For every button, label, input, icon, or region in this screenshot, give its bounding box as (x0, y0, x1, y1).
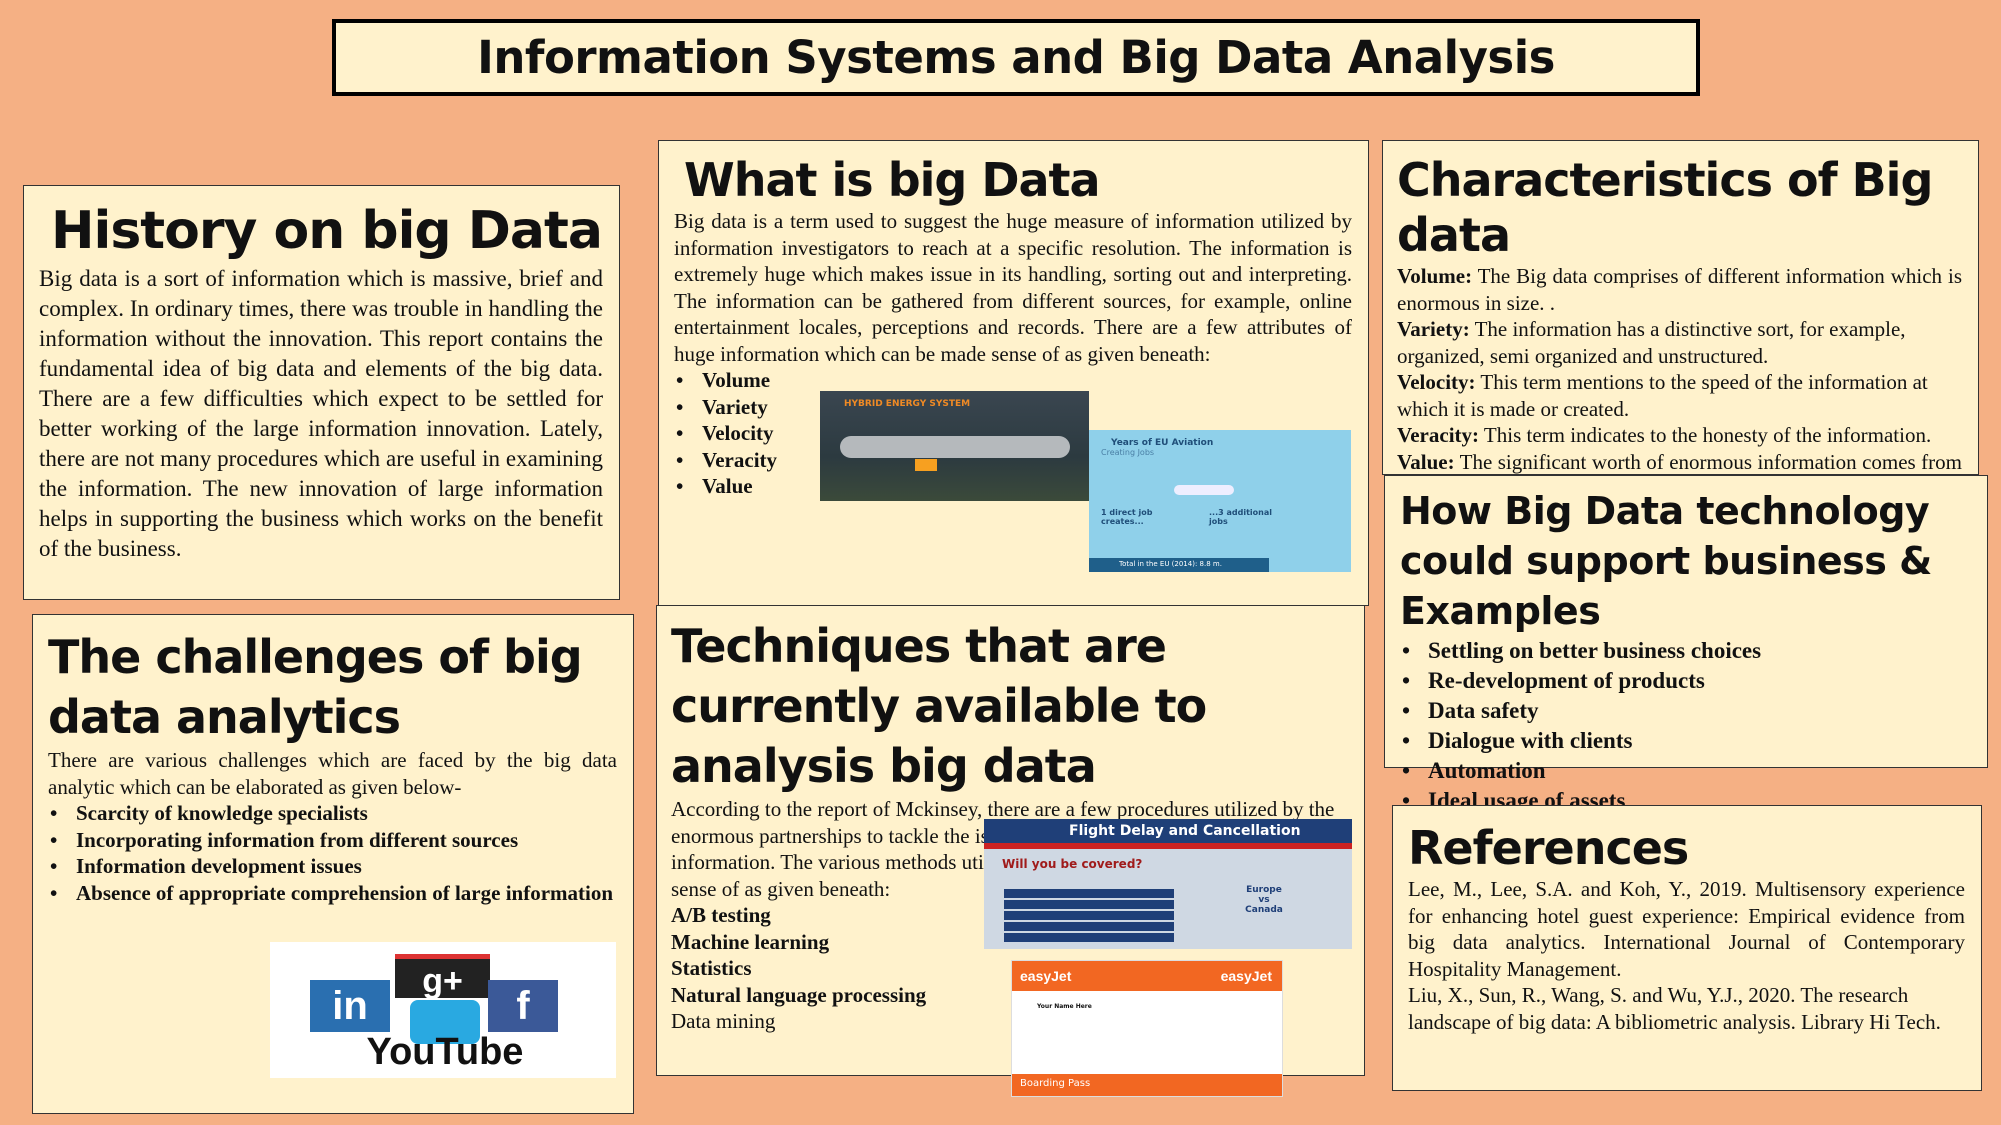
image-text: Europe vs Canada (1245, 885, 1283, 915)
social-media-logos-image: in g+ f YouTube (270, 942, 616, 1078)
term: Value: (1397, 449, 1455, 474)
image-text: Boarding Pass (1012, 1074, 1282, 1096)
reference-item: Lee, M., Lee, S.A. and Koh, Y., 2019. Mu… (1408, 877, 1965, 981)
term: Velocity: (1397, 370, 1476, 395)
image-footer: Total in the EU (2014): 8.8 m. (1089, 558, 1269, 572)
history-body: Big data is a sort of information which … (39, 266, 603, 562)
list-item: Re-development of products (1400, 666, 1973, 696)
image-caption: HYBRID ENERGY SYSTEM (844, 399, 971, 409)
eu-aviation-image: Years of EU Aviation Creating Jobs 1 dir… (1089, 430, 1351, 572)
list-item: Absence of appropriate comprehension of … (48, 880, 617, 907)
list-item: Information development issues (48, 853, 617, 880)
brand-logo: easyJet (1020, 968, 1072, 984)
challenges-heading: The challenges of big data analytics (48, 630, 583, 744)
facebook-logo: f (488, 980, 558, 1032)
references-heading: References (1408, 821, 1689, 875)
youtube-logo: YouTube (366, 1031, 524, 1073)
boarding-pass-image: easyJet easyJet Your Name Here Boarding P… (1011, 960, 1283, 1097)
characteristic-item: Volume: The Big data comprises of differ… (1397, 263, 1962, 316)
challenges-panel: The challenges of big data analytics The… (32, 614, 634, 1114)
definition: This term mentions to the speed of the i… (1397, 370, 1928, 421)
image-text: Your Name Here (1037, 1003, 1092, 1010)
linkedin-logo: in (310, 980, 390, 1032)
how-list: Settling on better business choices Re-d… (1400, 636, 1973, 816)
techniques-panel: Techniques that are currently available … (656, 605, 1365, 1097)
page-title: Information Systems and Big Data Analysi… (332, 19, 1700, 96)
flight-delay-image: Flight Delay and Cancellation Will you b… (984, 819, 1352, 949)
image-text: 1 direct job creates... (1101, 508, 1153, 526)
characteristic-item: Velocity: This term mentions to the spee… (1397, 369, 1962, 422)
challenges-list: Scarcity of knowledge specialists Incorp… (48, 800, 617, 906)
image-caption: Flight Delay and Cancellation (984, 819, 1352, 849)
hybrid-energy-image: HYBRID ENERGY SYSTEM (820, 391, 1089, 501)
characteristic-item: Veracity: This term indicates to the hon… (1397, 422, 1962, 449)
term: Veracity: (1397, 423, 1480, 448)
term: Volume: (1397, 264, 1473, 289)
history-panel: History on big Data Big data is a sort o… (23, 185, 620, 600)
definition: The Big data comprises of different info… (1397, 264, 1962, 315)
image-text: Will you be covered? (1002, 857, 1143, 871)
image-subtitle: Creating Jobs (1101, 448, 1155, 457)
image-caption: Years of EU Aviation (1111, 438, 1214, 448)
how-heading: How Big Data technology could support bu… (1400, 489, 1932, 633)
characteristic-item: Variety: The information has a distincti… (1397, 316, 1962, 369)
how-panel: How Big Data technology could support bu… (1384, 475, 1988, 816)
brand-logo: easyJet (1220, 968, 1272, 984)
list-item: Automation (1400, 756, 1973, 786)
googleplus-logo: g+ (395, 954, 490, 1000)
list-item: Data safety (1400, 696, 1973, 726)
what-body: Big data is a term used to suggest the h… (674, 209, 1352, 366)
what-panel: What is big Data Big data is a term used… (658, 140, 1369, 606)
list-item: Dialogue with clients (1400, 726, 1973, 756)
characteristics-panel: Characteristics of Big data Volume: The … (1382, 140, 1979, 527)
history-heading: History on big Data (51, 201, 603, 261)
references-panel: References Lee, M., Lee, S.A. and Koh, Y… (1392, 805, 1982, 1091)
reference-item: Liu, X., Sun, R., Wang, S. and Wu, Y.J.,… (1408, 983, 1941, 1034)
challenges-body: There are various challenges which are f… (48, 748, 617, 799)
techniques-heading: Techniques that are currently available … (671, 619, 1207, 793)
list-item: Incorporating information from different… (48, 827, 617, 854)
definition: This term indicates to the honesty of th… (1479, 423, 1932, 448)
definition: The information has a distinctive sort, … (1397, 317, 1906, 368)
image-text: ...3 additional jobs (1209, 508, 1272, 526)
list-item: Scarcity of knowledge specialists (48, 800, 617, 827)
list-item: Volume (674, 367, 1352, 394)
characteristics-heading: Characteristics of Big data (1397, 153, 1933, 263)
what-heading: What is big Data (684, 153, 1101, 207)
term: Variety: (1397, 317, 1470, 342)
list-item: Settling on better business choices (1400, 636, 1973, 666)
